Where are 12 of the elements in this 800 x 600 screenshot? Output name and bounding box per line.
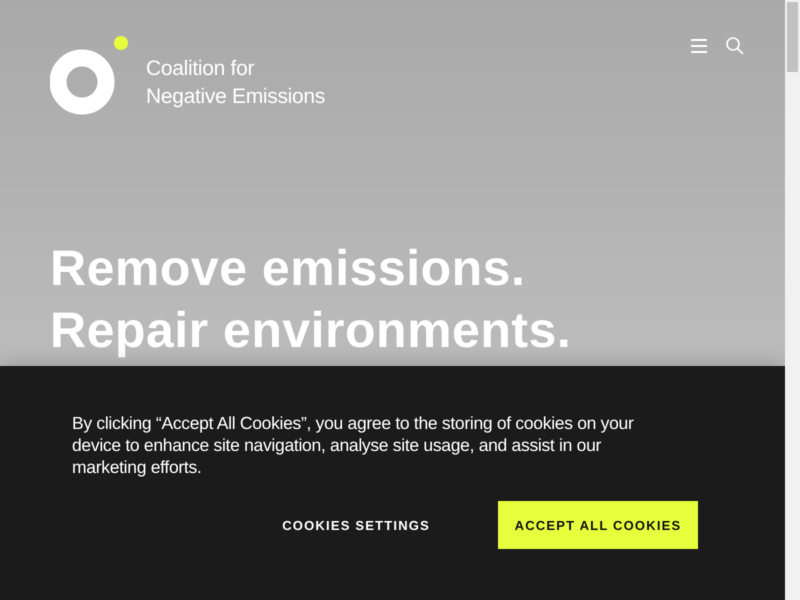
menu-icon[interactable] xyxy=(689,36,709,56)
cookies-settings-button[interactable]: COOKIES SETTINGS xyxy=(250,501,462,549)
hero-headline: Remove emissions. xyxy=(50,239,526,298)
cookie-message: By clicking “Accept All Cookies”, you agree to the storing of cookies on your device to enhance site navigation, analyse site usage, and assist in our marketing efforts. xyxy=(72,412,634,478)
scrollbar[interactable] xyxy=(785,0,800,600)
accept-all-cookies-button[interactable]: ACCEPT ALL COOKIES xyxy=(498,501,698,549)
hero-headline: Repair environments. xyxy=(50,301,572,360)
scrollbar-thumb[interactable] xyxy=(787,2,798,72)
logo-icon xyxy=(50,36,130,116)
search-icon[interactable] xyxy=(725,36,745,56)
logo-text: Negative Emissions xyxy=(146,84,326,110)
logo-text: Coalition for xyxy=(146,56,256,82)
